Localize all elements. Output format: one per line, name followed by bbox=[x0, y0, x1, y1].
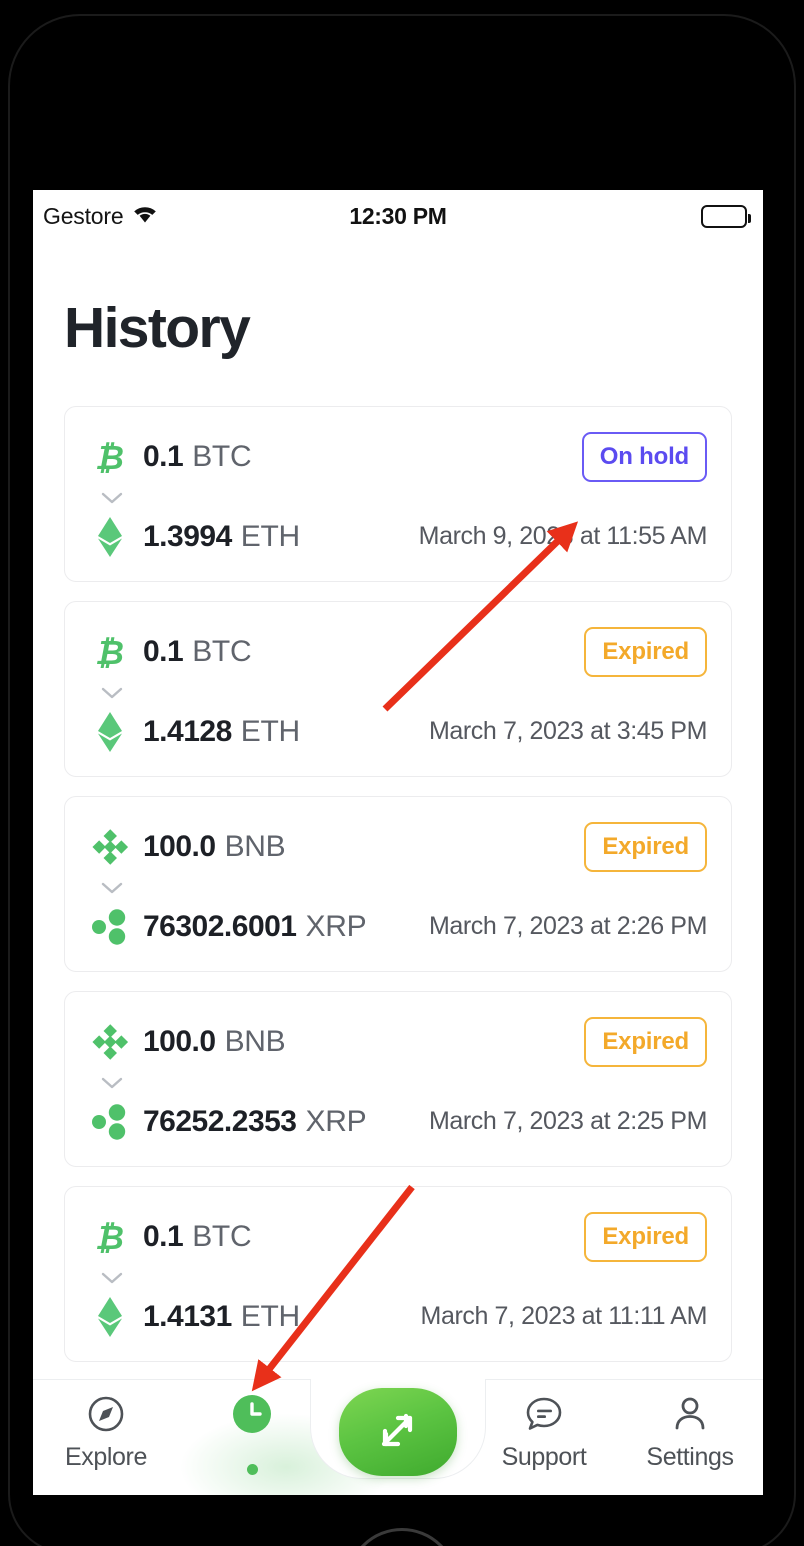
bottom-navigation-bar: Explore Support Settings bbox=[33, 1379, 763, 1495]
transaction-to-ticker: ETH bbox=[240, 520, 300, 553]
chevron-down-icon bbox=[101, 1076, 123, 1089]
transaction-from-amount: 100.0 bbox=[143, 1025, 216, 1058]
status-bar-right bbox=[701, 204, 751, 228]
ethereum-icon bbox=[91, 712, 129, 752]
status-badge[interactable]: Expired bbox=[584, 822, 707, 872]
transaction-from-ticker: BNB bbox=[224, 1025, 286, 1058]
chevron-down-icon bbox=[101, 686, 123, 699]
transaction-to-ticker: ETH bbox=[240, 715, 300, 748]
nav-item-explore[interactable]: Explore bbox=[33, 1392, 179, 1472]
transaction-from-ticker: BTC bbox=[192, 440, 252, 473]
transaction-card[interactable]: 100.0 BNB bbox=[64, 796, 732, 972]
nav-label-explore: Explore bbox=[65, 1443, 147, 1471]
chat-bubble-icon bbox=[522, 1392, 566, 1436]
chevron-down-icon bbox=[101, 1271, 123, 1284]
active-tab-indicator-dot bbox=[246, 1464, 258, 1475]
transaction-from-amount: 0.1 bbox=[143, 635, 184, 668]
bitcoin-icon: ₿ bbox=[91, 633, 129, 671]
ripple-icon bbox=[91, 1103, 129, 1141]
binance-icon bbox=[91, 828, 129, 866]
transaction-card[interactable]: 100.0 BNB bbox=[64, 991, 732, 1167]
transaction-to-ticker: XRP bbox=[305, 910, 367, 943]
history-list: ₿ 0.1 BTC 1.3994 ETH On hold March 9, 20… bbox=[33, 406, 763, 1362]
svg-text:₿: ₿ bbox=[95, 1219, 124, 1255]
screenshot-stage: Gestore 12:30 PM History ₿ 0.1 BTC 1.399… bbox=[0, 0, 804, 1546]
nav-item-settings[interactable]: Settings bbox=[617, 1392, 763, 1472]
transaction-date: March 7, 2023 at 3:45 PM bbox=[428, 717, 707, 745]
svg-text:₿: ₿ bbox=[95, 634, 124, 670]
transaction-from-ticker: BNB bbox=[224, 830, 286, 863]
status-bar: Gestore 12:30 PM bbox=[33, 190, 763, 242]
transaction-to-ticker: XRP bbox=[305, 1105, 367, 1138]
page-title: History bbox=[64, 296, 251, 360]
transaction-to-amount: 76302.6001 bbox=[143, 910, 297, 943]
status-badge[interactable]: Expired bbox=[584, 1017, 707, 1067]
status-badge[interactable]: Expired bbox=[584, 627, 707, 677]
ripple-icon bbox=[91, 908, 129, 946]
status-badge[interactable]: On hold bbox=[581, 432, 707, 482]
binance-icon bbox=[91, 1023, 129, 1061]
transaction-date: March 9, 2023 at 11:55 AM bbox=[418, 522, 708, 550]
status-badge[interactable]: Expired bbox=[584, 1212, 707, 1262]
ethereum-icon bbox=[91, 1297, 129, 1337]
transaction-to-amount: 1.3994 bbox=[143, 520, 232, 553]
nav-label-settings: Settings bbox=[646, 1443, 734, 1471]
transaction-card[interactable]: ₿ 0.1 BTC 1.3994 ETH On hold March 9, 20… bbox=[64, 406, 732, 582]
bitcoin-icon: ₿ bbox=[91, 1218, 129, 1256]
chevron-down-icon bbox=[101, 881, 123, 894]
transaction-date: March 7, 2023 at 2:25 PM bbox=[428, 1107, 707, 1135]
compass-icon bbox=[84, 1392, 128, 1436]
transaction-from-amount: 0.1 bbox=[143, 440, 184, 473]
nav-label-support: Support bbox=[501, 1443, 587, 1471]
person-icon bbox=[668, 1392, 712, 1436]
nav-item-support[interactable]: Support bbox=[471, 1392, 617, 1472]
transaction-to-ticker: ETH bbox=[240, 1300, 300, 1333]
transaction-to-amount: 1.4131 bbox=[143, 1300, 232, 1333]
bitcoin-icon: ₿ bbox=[91, 438, 129, 476]
transaction-from-ticker: BTC bbox=[192, 635, 252, 668]
status-bar-time: 12:30 PM bbox=[349, 202, 447, 229]
svg-text:₿: ₿ bbox=[95, 439, 124, 475]
chevron-down-icon bbox=[101, 491, 123, 504]
ethereum-icon bbox=[91, 517, 129, 557]
transaction-to-amount: 1.4128 bbox=[143, 715, 232, 748]
swap-arrows-icon bbox=[372, 1404, 424, 1461]
battery-full-icon bbox=[701, 204, 751, 228]
transaction-card[interactable]: ₿ 0.1 BTC 1.4128 ETH Expired March 7, 20… bbox=[64, 601, 732, 777]
transaction-from-amount: 0.1 bbox=[143, 1220, 184, 1253]
transaction-date: March 7, 2023 at 11:11 AM bbox=[420, 1302, 708, 1330]
clock-icon bbox=[230, 1392, 274, 1436]
swap-fab-button[interactable] bbox=[339, 1388, 457, 1476]
transaction-to-amount: 76252.2353 bbox=[143, 1105, 297, 1138]
transaction-date: March 7, 2023 at 2:26 PM bbox=[428, 912, 707, 940]
phone-screen: Gestore 12:30 PM History ₿ 0.1 BTC 1.399… bbox=[33, 190, 763, 1495]
nav-item-history[interactable] bbox=[179, 1392, 325, 1475]
transaction-from-ticker: BTC bbox=[192, 1220, 252, 1253]
transaction-card[interactable]: ₿ 0.1 BTC 1.4131 ETH Expired March 7, 20… bbox=[64, 1186, 732, 1362]
transaction-from-amount: 100.0 bbox=[143, 830, 216, 863]
